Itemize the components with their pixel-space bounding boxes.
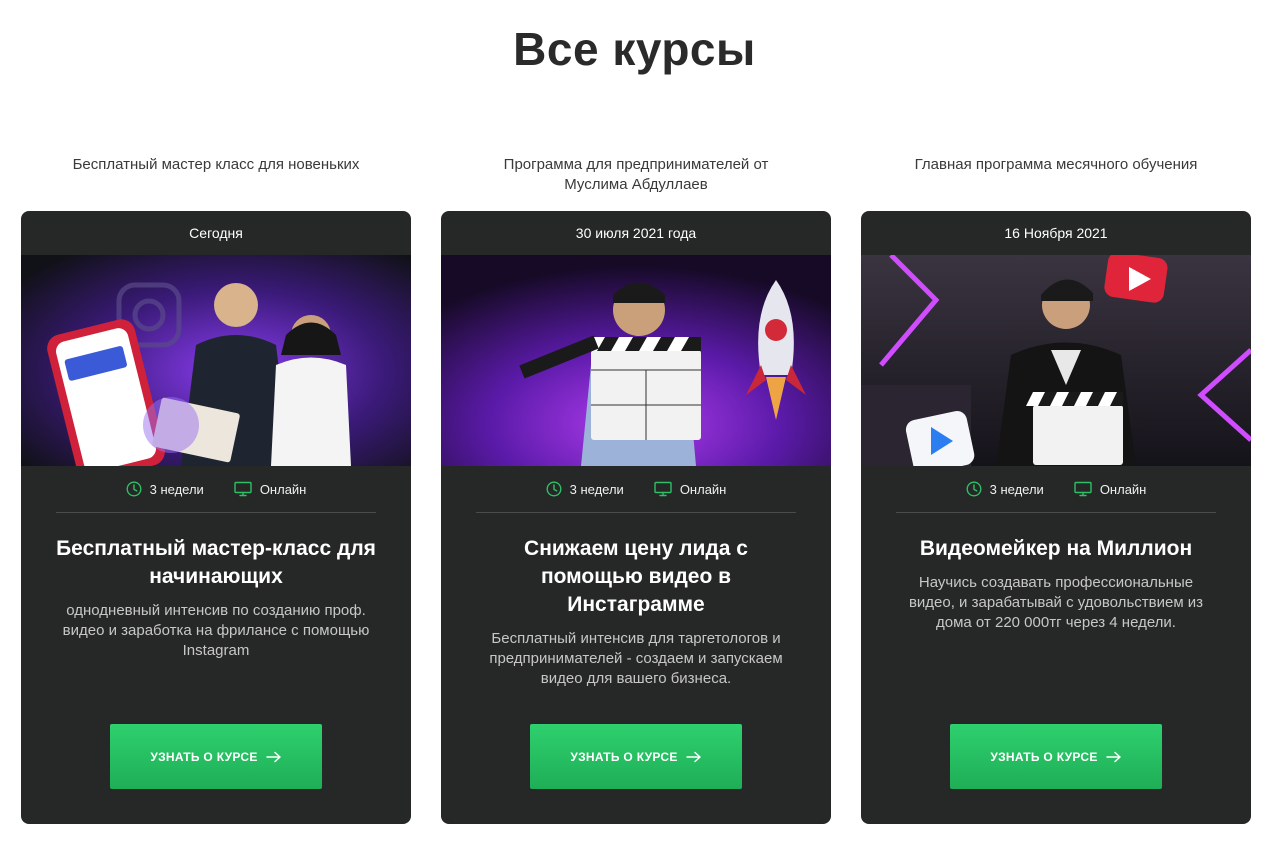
button-label: УЗНАТЬ О КУРСЕ: [990, 749, 1098, 764]
divider: [476, 512, 796, 513]
arrow-right-icon: [1105, 751, 1122, 763]
arrow-right-icon: [265, 751, 282, 763]
divider: [896, 512, 1216, 513]
course-image-illustration: [861, 255, 1251, 466]
learn-more-button[interactable]: УЗНАТЬ О КУРСЕ: [950, 724, 1162, 789]
course-description: однодневный интенсив по созданию проф. в…: [62, 602, 370, 659]
course-heading: Бесплатный мастер-класс для начинающих: [56, 537, 376, 588]
learn-more-button[interactable]: УЗНАТЬ О КУРСЕ: [530, 724, 742, 789]
format-item: Онлайн: [234, 481, 307, 497]
button-label: УЗНАТЬ О КУРСЕ: [570, 749, 678, 764]
course-card[interactable]: 16 Ноября 2021 3 недели Онлайн Видеомейк…: [861, 211, 1251, 824]
course-meta: 3 недели Онлайн: [21, 466, 411, 512]
course-date: 30 июля 2021 года: [575, 225, 697, 241]
monitor-icon: [234, 481, 252, 497]
course-meta: 3 недели Онлайн: [441, 466, 831, 512]
divider: [56, 512, 376, 513]
clock-icon: [126, 481, 142, 497]
learn-more-button[interactable]: УЗНАТЬ О КУРСЕ: [110, 724, 322, 789]
course-subtitle: Главная программа месячного обучения: [914, 156, 1198, 173]
course-date: 16 Ноября 2021: [1004, 225, 1108, 241]
page-title: Все курсы: [513, 23, 756, 75]
course-image-illustration: [21, 255, 411, 466]
duration-label: 3 недели: [149, 481, 204, 497]
course-subtitle: Программа для предпринимателей от Муслим…: [503, 156, 769, 193]
format-label: Онлайн: [1099, 481, 1147, 497]
duration-label: 3 недели: [989, 481, 1044, 497]
course-description: Научись создавать профессиональные видео…: [908, 574, 1204, 631]
button-label: УЗНАТЬ О КУРСЕ: [150, 749, 258, 764]
course-heading: Видеомейкер на Миллион: [919, 537, 1193, 560]
course-image-illustration: [441, 255, 831, 466]
course-subtitle: Бесплатный мастер класс для новеньких: [72, 156, 360, 173]
duration-item: 3 недели: [546, 481, 624, 497]
course-date: Сегодня: [189, 225, 243, 241]
course-image[interactable]: [861, 255, 1251, 466]
duration-item: 3 недели: [966, 481, 1044, 497]
format-item: Онлайн: [654, 481, 727, 497]
monitor-icon: [654, 481, 672, 497]
duration-item: 3 недели: [126, 481, 204, 497]
course-heading: Снижаем цену лида с помощью видео в Инст…: [524, 537, 748, 616]
arrow-right-icon: [685, 751, 702, 763]
course-card[interactable]: Сегодня 3 недели Онлайн Бесплатный масте…: [21, 211, 411, 824]
course-image[interactable]: [441, 255, 831, 466]
monitor-icon: [1074, 481, 1092, 497]
format-label: Онлайн: [259, 481, 307, 497]
course-description: Бесплатный интенсив для таргетологов и п…: [489, 630, 783, 687]
clock-icon: [546, 481, 562, 497]
course-meta: 3 недели Онлайн: [861, 466, 1251, 512]
course-image[interactable]: [21, 255, 411, 466]
format-label: Онлайн: [679, 481, 727, 497]
duration-label: 3 недели: [569, 481, 624, 497]
clock-icon: [966, 481, 982, 497]
format-item: Онлайн: [1074, 481, 1147, 497]
course-card[interactable]: 30 июля 2021 года 3 недели Онлайн Снижае…: [441, 211, 831, 824]
